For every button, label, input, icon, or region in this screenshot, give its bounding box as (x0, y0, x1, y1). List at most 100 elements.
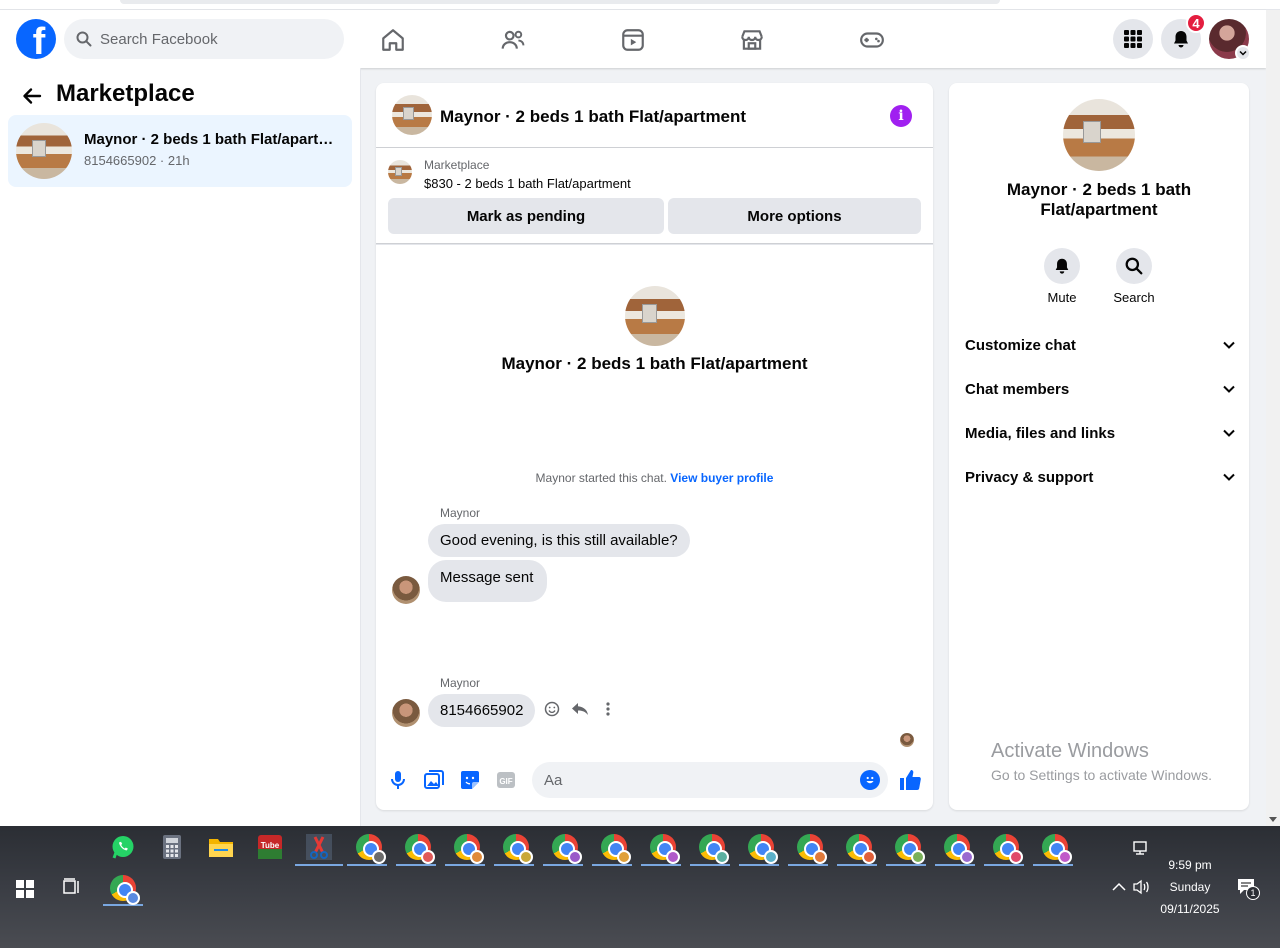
open-window-indicator (788, 864, 828, 866)
bell-icon (1055, 258, 1069, 274)
chevron-down-icon (1223, 473, 1235, 481)
chrome-window-icon[interactable] (453, 833, 484, 864)
clock-date[interactable]: 09/11/2025 (1155, 902, 1225, 916)
chrome-window-icon[interactable] (747, 833, 778, 864)
search-input[interactable] (100, 30, 320, 48)
listing-bar: Marketplace $830 - 2 beds 1 bath Flat/ap… (376, 148, 933, 244)
sticker-icon[interactable] (460, 770, 480, 790)
windows-taskbar: Tube 9:59 pm Sunday 09/11/2025 1 (0, 826, 1280, 948)
chat-messages[interactable]: Maynor · 2 beds 1 bath Flat/apartment Ma… (376, 244, 933, 749)
chrome-window-icon[interactable] (845, 833, 876, 864)
chat-header: Maynor · 2 beds 1 bath Flat/apartment i (376, 83, 933, 148)
marketplace-icon[interactable] (739, 27, 765, 53)
listing-price[interactable]: $830 - 2 beds 1 bath Flat/apartment (424, 176, 631, 191)
search-box[interactable] (64, 19, 344, 59)
emoji-icon[interactable] (860, 770, 880, 790)
network-icon[interactable] (1128, 834, 1156, 862)
sender-avatar[interactable] (392, 576, 420, 604)
home-icon[interactable] (380, 27, 406, 53)
chrome-icon[interactable] (109, 874, 140, 905)
chrome-window-icon[interactable] (404, 833, 435, 864)
section-label: Privacy & support (965, 468, 1094, 486)
friends-icon[interactable] (500, 27, 526, 53)
chrome-window-icon[interactable] (355, 833, 386, 864)
reply-icon[interactable] (570, 699, 590, 719)
chrome-window-icon[interactable] (796, 833, 827, 864)
gif-icon[interactable]: GIF (496, 770, 516, 790)
file-explorer-icon[interactable] (207, 833, 235, 861)
chrome-window-icon[interactable] (502, 833, 533, 864)
photo-icon[interactable] (424, 770, 444, 790)
microphone-icon[interactable] (388, 770, 408, 790)
message-bubble[interactable]: Message sent (428, 560, 548, 602)
message-bubble[interactable]: 8154665902 (428, 694, 536, 727)
section-label: Customize chat (965, 336, 1076, 354)
open-window-indicator (641, 864, 681, 866)
account-chevron-icon[interactable] (1235, 45, 1251, 61)
chrome-window-icon[interactable] (600, 833, 631, 864)
open-window-indicator (592, 864, 632, 866)
react-icon[interactable] (542, 699, 562, 719)
chrome-window-icon[interactable] (1041, 833, 1072, 864)
message-bubble[interactable]: Good evening, is this still available? (428, 524, 690, 557)
facebook-logo-icon[interactable]: f (16, 19, 56, 59)
search-label: Search (1113, 290, 1155, 305)
windows-start-icon[interactable] (16, 880, 34, 898)
gaming-icon[interactable] (859, 27, 885, 53)
open-window-indicator (494, 864, 534, 866)
sender-label: Maynor (440, 676, 481, 690)
conversation-intro-avatar (625, 286, 685, 346)
info-icon[interactable]: i (890, 105, 912, 127)
listing-category: Marketplace (424, 158, 490, 172)
chevron-down-icon (1223, 341, 1235, 349)
mute-button[interactable]: Mute (1032, 248, 1092, 305)
left-sidebar: Marketplace Maynor · 2 beds 1 bath Flat/… (0, 68, 361, 826)
chrome-window-icon[interactable] (551, 833, 582, 864)
seen-indicator-avatar (900, 733, 914, 747)
conversation-item[interactable]: Maynor · 2 beds 1 bath Flat/apartment 81… (8, 115, 352, 187)
chat-header-avatar[interactable] (392, 95, 432, 135)
svg-text:GIF: GIF (499, 777, 512, 786)
section-chat-members[interactable]: Chat members (965, 377, 1235, 401)
message-input-box[interactable] (532, 762, 888, 798)
mark-as-pending-button[interactable]: Mark as pending (388, 198, 664, 234)
message-input[interactable] (544, 771, 844, 789)
youtube-app-icon[interactable]: Tube (256, 833, 284, 861)
chat-started-text: Maynor started this chat. (535, 471, 667, 485)
search-conversation-button[interactable]: Search (1104, 248, 1164, 305)
page-scrollbar[interactable] (1266, 10, 1280, 826)
chrome-window-icon[interactable] (943, 833, 974, 864)
video-icon[interactable] (620, 27, 646, 53)
chrome-window-icon[interactable] (992, 833, 1023, 864)
top-navigation: f 4 (0, 10, 1266, 68)
search-icon (1125, 257, 1143, 275)
calculator-icon[interactable] (158, 833, 186, 861)
sender-avatar[interactable] (392, 699, 420, 727)
section-privacy-support[interactable]: Privacy & support (965, 465, 1235, 489)
chat-panel: Maynor · 2 beds 1 bath Flat/apartment i … (376, 83, 933, 810)
chrome-window-icon[interactable] (649, 833, 680, 864)
action-center-count: 1 (1246, 886, 1260, 900)
open-window-indicator (690, 864, 730, 866)
bell-icon (1174, 31, 1188, 48)
clock-day[interactable]: Sunday (1160, 880, 1220, 894)
snipping-tool-icon[interactable] (305, 833, 333, 861)
whatsapp-icon[interactable] (109, 833, 137, 861)
task-view-icon[interactable] (58, 873, 86, 901)
section-media-files-links[interactable]: Media, files and links (965, 421, 1235, 445)
menu-grid-button[interactable] (1113, 19, 1153, 59)
view-buyer-profile-link[interactable]: View buyer profile (670, 471, 773, 485)
details-avatar[interactable] (1063, 99, 1135, 171)
svg-text:Tube: Tube (261, 841, 280, 850)
thumbs-up-icon[interactable] (898, 768, 922, 792)
chat-header-title[interactable]: Maynor · 2 beds 1 bath Flat/apartment (440, 107, 746, 127)
more-options-button[interactable]: More options (668, 198, 921, 234)
section-customize-chat[interactable]: Customize chat (965, 333, 1235, 357)
listing-thumbnail[interactable] (388, 160, 412, 184)
volume-icon[interactable] (1128, 873, 1156, 901)
clock-time[interactable]: 9:59 pm (1160, 858, 1220, 872)
chrome-window-icon[interactable] (698, 833, 729, 864)
more-icon[interactable] (598, 699, 618, 719)
back-arrow-icon[interactable] (18, 82, 46, 110)
chrome-window-icon[interactable] (894, 833, 925, 864)
